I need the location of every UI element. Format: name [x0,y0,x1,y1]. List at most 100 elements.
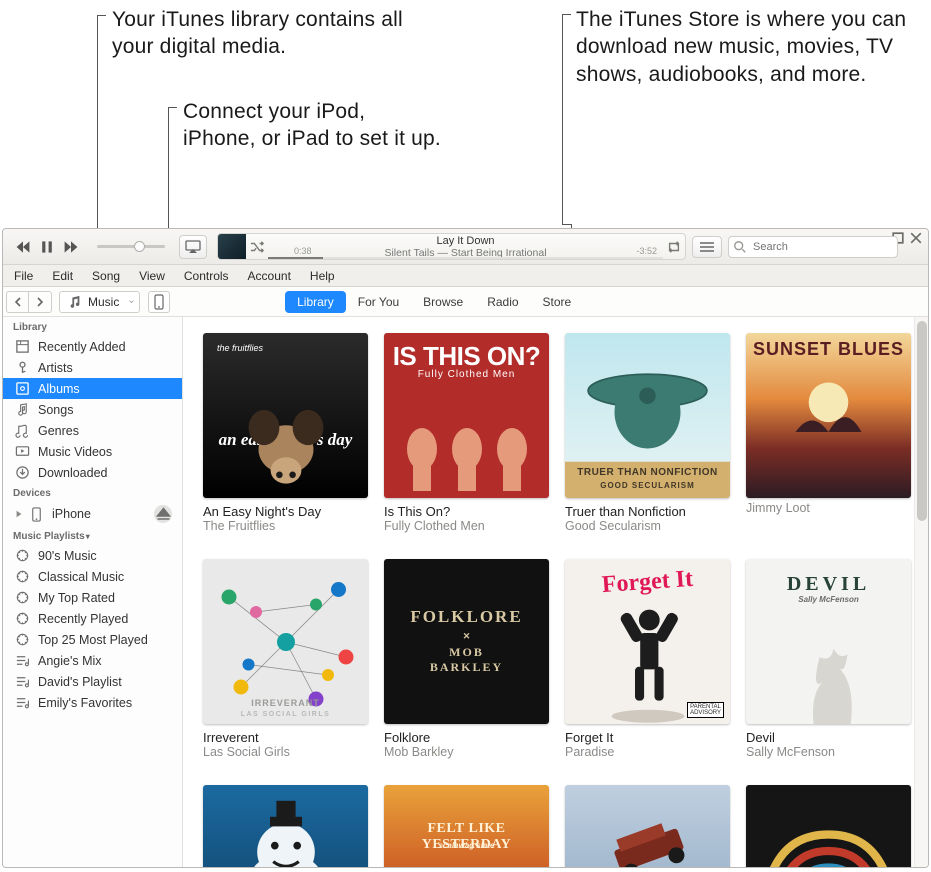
callout-leader [562,224,571,225]
media-kind-select[interactable]: Music [59,291,140,313]
menu-account[interactable]: Account [239,267,300,285]
tab-browse[interactable]: Browse [411,291,475,313]
progress-track[interactable] [268,257,663,259]
sidebar-item-recently-added[interactable]: Recently Added [3,336,182,357]
album-art: Forget It PARENTALADVISORY [565,559,730,724]
scrollbar-thumb[interactable] [917,321,927,521]
album-cell[interactable]: TRUER THAN NONFICTION GOOD SECULARISM Tr… [565,333,730,533]
sidebar-header-playlists[interactable]: Music Playlists▾ [3,526,182,545]
album-title: Irreverent [203,730,368,745]
eject-button[interactable] [154,505,172,523]
downloaded-icon [15,465,30,480]
up-next-button[interactable] [692,236,722,258]
music-videos-icon [15,444,30,459]
sidebar-item-albums[interactable]: Albums [3,378,182,399]
volume-slider[interactable] [97,245,165,248]
album-artist: Good Secularism [565,519,730,533]
tab-store[interactable]: Store [531,291,584,313]
album-artist: Paradise [565,745,730,759]
album-cell[interactable]: FOLKLORE ✕ MOBBARKLEY Folklore Mob Barkl… [384,559,549,759]
parental-advisory-badge: PARENTALADVISORY [687,702,724,718]
album-cell[interactable]: IS THIS ON? Fully Clothed Men Is This On… [384,333,549,533]
sidebar-playlist-smart[interactable]: My Top Rated [3,587,182,608]
content-body: Library Recently Added Artists Albums So… [3,317,928,867]
album-art: IS THIS ON? Fully Clothed Men [384,333,549,498]
sidebar-playlist-smart[interactable]: 90's Music [3,545,182,566]
sidebar-playlist[interactable]: Angie's Mix [3,650,182,671]
album-title: Truer than Nonfiction [565,504,730,519]
album-cell[interactable]: IRREVERANT LAS SOCIAL GIRLS Irreverent L… [203,559,368,759]
album-cell[interactable]: HOLIDAY STANDARDS SAMMY DEAN FARLIN, SR. [203,785,368,867]
artists-icon [15,360,30,375]
playback-controls [3,229,211,264]
menu-view[interactable]: View [130,267,174,285]
back-button[interactable] [7,292,29,312]
sidebar-item-genres[interactable]: Genres [3,420,182,441]
volume-thumb[interactable] [134,241,145,252]
pause-button[interactable] [37,237,57,257]
callout-leader [562,14,563,224]
tab-for-you[interactable]: For You [346,291,411,313]
sidebar-playlist-smart[interactable]: Recently Played [3,608,182,629]
search-input[interactable] [728,236,898,258]
callout-leader [168,107,169,237]
album-cell[interactable]: an easy night's day the fruitflies An Ea… [203,333,368,533]
phone-icon [154,294,164,310]
next-button[interactable] [61,237,81,257]
sidebar-item-artists[interactable]: Artists [3,357,182,378]
sidebar-playlist[interactable]: David's Playlist [3,671,182,692]
search-field[interactable] [728,236,898,258]
now-playing-lcd[interactable]: Lay It Down Silent Tails — Start Being I… [217,233,686,260]
smart-playlist-icon [15,548,30,563]
album-title: Forget It [565,730,730,745]
album-title: Is This On? [384,504,549,519]
album-cell[interactable]: SUNSET BLUES Sunset Blues Jimmy Loot [746,333,911,533]
menu-help[interactable]: Help [301,267,344,285]
album-cell[interactable]: DEVIL Sally McFenson Devil Sally McFenso… [746,559,911,759]
scrollbar[interactable] [914,317,928,867]
tab-library[interactable]: Library [285,291,346,313]
playlist-icon [15,695,30,710]
menu-controls[interactable]: Controls [175,267,238,285]
previous-button[interactable] [13,237,33,257]
sidebar-item-songs[interactable]: Songs [3,399,182,420]
menu-file[interactable]: File [5,267,42,285]
album-cell[interactable] [746,785,911,867]
album-art [565,785,730,867]
close-button[interactable] [910,232,922,244]
player-bar: Lay It Down Silent Tails — Start Being I… [3,229,928,265]
sidebar-playlist-smart[interactable]: Classical Music [3,566,182,587]
callout-leader [562,14,571,15]
repeat-icon[interactable] [663,240,685,254]
forward-button[interactable] [29,292,51,312]
album-cell[interactable]: Forget It PARENTALADVISORY Forget It Par… [565,559,730,759]
main-content: an easy night's day the fruitflies An Ea… [183,317,928,867]
tab-radio[interactable]: Radio [475,291,530,313]
album-art: an easy night's day the fruitflies [203,333,368,498]
sidebar-item-downloaded[interactable]: Downloaded [3,462,182,483]
callout-leader [168,107,177,108]
airplay-button[interactable] [179,235,207,259]
shuffle-icon[interactable] [246,240,268,254]
device-button[interactable] [148,291,170,313]
sidebar-header-library: Library [3,317,182,336]
sidebar-playlist[interactable]: Emily's Favorites [3,692,182,713]
album-cell[interactable]: FELT LIKE YESTERDAY scalawag slate [384,785,549,867]
album-art: FOLKLORE ✕ MOBBARKLEY [384,559,549,724]
annotation-layer: Your iTunes library contains all your di… [0,0,931,228]
smart-playlist-icon [15,611,30,626]
now-playing-title: Lay It Down [436,235,494,247]
section-tabs: Library For You Browse Radio Store [170,291,698,313]
albums-icon [15,381,30,396]
album-grid: an easy night's day the fruitflies An Ea… [183,317,928,867]
callout-library: Your iTunes library contains all your di… [112,6,412,61]
genres-icon [15,423,30,438]
sidebar-item-music-videos[interactable]: Music Videos [3,441,182,462]
menu-song[interactable]: Song [83,267,129,285]
album-cell[interactable] [565,785,730,867]
disclosure-icon[interactable] [15,510,23,518]
sidebar-playlist-smart[interactable]: Top 25 Most Played [3,629,182,650]
menu-edit[interactable]: Edit [43,267,82,285]
sidebar-item-iphone[interactable]: iPhone [3,502,182,526]
elapsed-time: 0:38 [294,246,312,256]
